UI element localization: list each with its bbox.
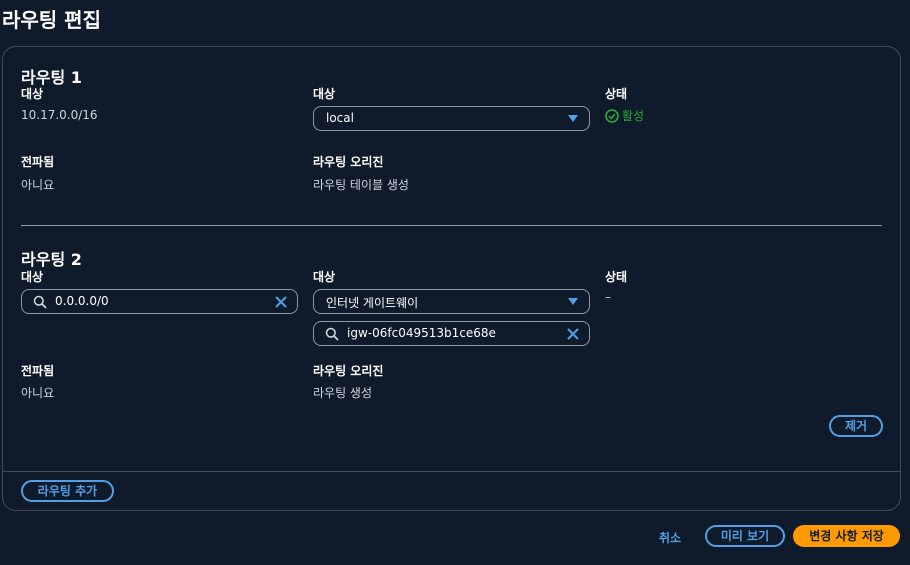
route-1-origin-value: 라우팅 테이블 생성 (313, 178, 409, 192)
panel-footer-divider (3, 471, 900, 472)
route-divider (21, 225, 882, 226)
route-1-destination-value: 10.17.0.0/16 (21, 108, 98, 122)
search-icon (33, 295, 47, 309)
route-2-destination-search[interactable]: 0.0.0.0/0 (21, 289, 298, 314)
cancel-button[interactable]: 취소 (659, 529, 681, 546)
route-2-status-label: 상태 (605, 270, 628, 284)
route-2-target-id-value: igw-06fc049513b1ce68e (347, 326, 496, 340)
preview-button[interactable]: 미리 보기 (705, 525, 785, 547)
route-1-target-label: 대상 (313, 87, 336, 101)
caret-down-icon (568, 298, 578, 305)
route-1-origin-label: 라우팅 오리진 (313, 155, 384, 169)
route-2-target-select[interactable]: 인터넷 게이트웨이 (313, 289, 590, 314)
route-2-target-label: 대상 (313, 270, 336, 284)
route-2-propagated-value: 아니요 (21, 386, 55, 400)
route-1-status-value: 활성 (622, 109, 645, 123)
route-1-status-label: 상태 (605, 87, 628, 101)
route-2-origin-label: 라우팅 오리진 (313, 364, 384, 378)
save-changes-button[interactable]: 변경 사항 저장 (793, 525, 900, 547)
caret-down-icon (568, 115, 578, 122)
check-circle-icon (605, 109, 619, 123)
remove-route-button[interactable]: 제거 (829, 415, 883, 437)
search-icon (325, 327, 339, 341)
close-icon[interactable] (274, 295, 288, 309)
route-2-destination-label: 대상 (21, 270, 44, 284)
route-1-propagated-label: 전파됨 (21, 155, 55, 169)
route-2-origin-value: 라우팅 생성 (313, 386, 373, 400)
page-title: 라우팅 편집 (2, 8, 101, 32)
route-2-title: 라우팅 2 (21, 250, 82, 269)
routes-panel: 라우팅 1 대상 10.17.0.0/16 대상 local 상태 활성 전파됨… (2, 46, 901, 511)
route-2-propagated-label: 전파됨 (21, 364, 55, 378)
route-2-target-select-value: 인터넷 게이트웨이 (326, 296, 419, 310)
add-route-button[interactable]: 라우팅 추가 (21, 480, 114, 502)
route-2-status-value: – (605, 290, 611, 304)
route-1-target-select[interactable]: local (313, 106, 590, 131)
route-1-status: 활성 (605, 107, 644, 124)
route-1-propagated-value: 아니요 (21, 178, 55, 192)
route-1-target-select-value: local (326, 111, 354, 125)
close-icon[interactable] (566, 327, 580, 341)
route-1-destination-label: 대상 (21, 87, 44, 101)
route-2-destination-value: 0.0.0.0/0 (55, 294, 109, 308)
route-2-target-id-search[interactable]: igw-06fc049513b1ce68e (313, 321, 590, 346)
